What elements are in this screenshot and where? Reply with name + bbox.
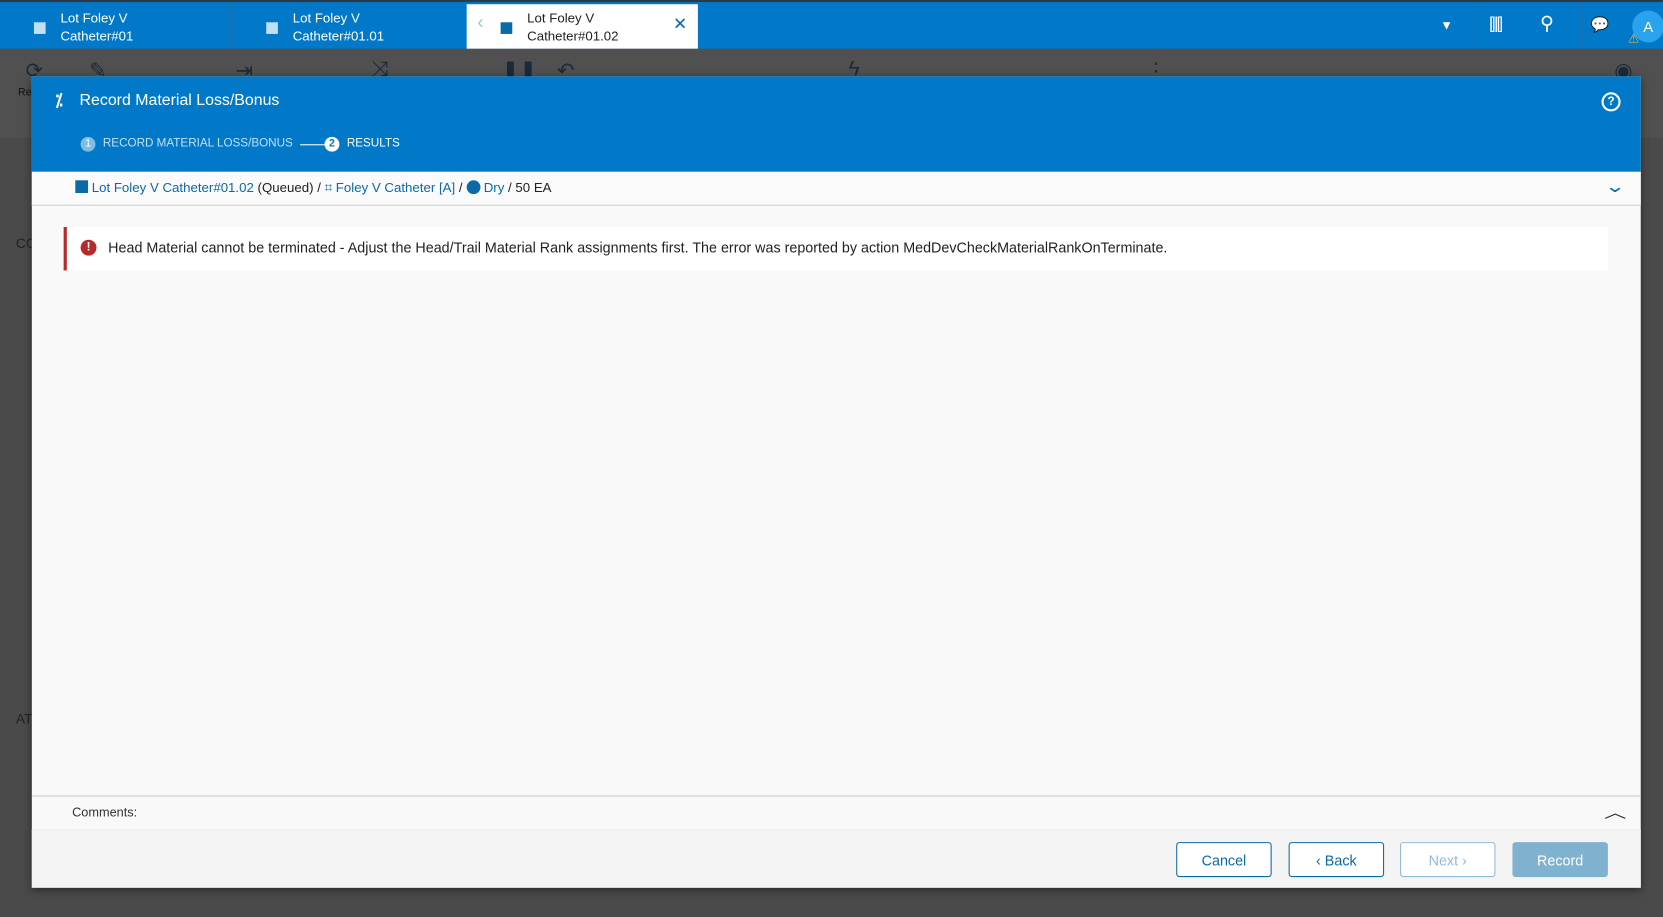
back-button[interactable]: ‹ Back xyxy=(1288,842,1385,878)
record-material-loss-bonus-dialog: ⁒ Record Material Loss/Bonus ? 1 RECORD M… xyxy=(31,76,1641,888)
tab-lot-01[interactable]: Lot Foley V Catheter#01 xyxy=(0,4,232,49)
expand-chevron-down-icon[interactable]: ⌄ xyxy=(1604,176,1625,197)
product-icon: ⌗ xyxy=(324,180,333,196)
step-icon xyxy=(466,180,481,195)
step-number: 1 xyxy=(80,136,96,152)
comments-section[interactable]: Comments: ︿ xyxy=(31,795,1641,831)
tab-lot-01-01[interactable]: Lot Foley V Catheter#01.01 xyxy=(232,4,463,49)
error-text: Head Material cannot be terminated - Adj… xyxy=(108,239,1168,256)
step-link[interactable]: Dry xyxy=(484,180,505,195)
lot-icon xyxy=(266,22,278,34)
barcode-icon[interactable]: [|||] xyxy=(1489,15,1503,34)
background-label: AT xyxy=(15,710,33,727)
scroll-left-icon[interactable]: ‹ xyxy=(477,13,483,32)
step-label: RECORD MATERIAL LOSS/BONUS xyxy=(102,136,293,150)
next-button[interactable]: Next › xyxy=(1399,842,1496,878)
step-label: RESULTS xyxy=(346,136,400,150)
comments-label: Comments: xyxy=(72,804,138,820)
lot-icon xyxy=(33,22,46,34)
tab-label: Lot Foley V xyxy=(292,10,360,26)
lot-state: (Queued) xyxy=(257,180,314,196)
top-bar: Lot Foley V Catheter#01 Lot Foley V Cathet… xyxy=(0,0,1663,49)
step-number: 2 xyxy=(324,136,340,152)
lot-link[interactable]: Lot Foley V Catheter#01.02 xyxy=(92,180,254,195)
lot-icon xyxy=(500,22,513,34)
divider xyxy=(1473,2,1475,49)
help-icon[interactable]: ? xyxy=(1601,92,1621,112)
step-connector xyxy=(300,144,325,146)
divider xyxy=(1580,2,1582,49)
record-button[interactable]: Record xyxy=(1512,842,1608,878)
loss-bonus-icon: ⁒ xyxy=(55,92,63,111)
avatar-letter: A xyxy=(1643,18,1654,35)
product-link[interactable]: Foley V Catheter [A] xyxy=(336,180,455,195)
breadcrumb: Lot Foley V Catheter#01.02 (Queued) / ⌗ … xyxy=(31,171,1641,206)
refresh-label: Re xyxy=(18,86,32,99)
search-icon[interactable]: ⚲ xyxy=(1540,13,1554,35)
step-2: 2 RESULTS xyxy=(324,136,400,152)
chevron-left-icon: ‹ xyxy=(1316,852,1325,869)
collapse-chevron-up-icon[interactable]: ︿ xyxy=(1604,802,1626,823)
tab-lot-01-02[interactable]: ‹ Lot Foley V Catheter#01.02 ✕ xyxy=(466,4,698,49)
tab-label: Lot Foley V xyxy=(60,10,128,26)
chevron-right-icon: › xyxy=(1458,852,1467,869)
tabs-dropdown-icon[interactable]: ▼ xyxy=(1440,18,1453,33)
warning-icon: ⚠ xyxy=(1628,30,1640,46)
chat-icon[interactable]: 💬 xyxy=(1591,16,1609,34)
tab-label: Catheter#01.01 xyxy=(292,28,385,44)
dialog-title: Record Material Loss/Bonus xyxy=(79,91,280,110)
dialog-footer: Cancel ‹ Back Next › Record xyxy=(31,829,1641,888)
close-tab-icon[interactable]: ✕ xyxy=(673,16,687,34)
error-message: ! Head Material cannot be terminated - A… xyxy=(63,226,1608,271)
back-label: Back xyxy=(1324,852,1357,869)
error-icon: ! xyxy=(80,239,97,256)
lot-icon xyxy=(75,180,89,194)
step-1[interactable]: 1 RECORD MATERIAL LOSS/BONUS xyxy=(80,136,293,152)
dialog-header: ⁒ Record Material Loss/Bonus ? 1 RECORD M… xyxy=(31,76,1641,172)
tab-label: Catheter#01 xyxy=(60,28,134,44)
quantity: 50 EA xyxy=(515,180,552,196)
cancel-button[interactable]: Cancel xyxy=(1176,842,1272,878)
next-label: Next xyxy=(1428,852,1459,869)
